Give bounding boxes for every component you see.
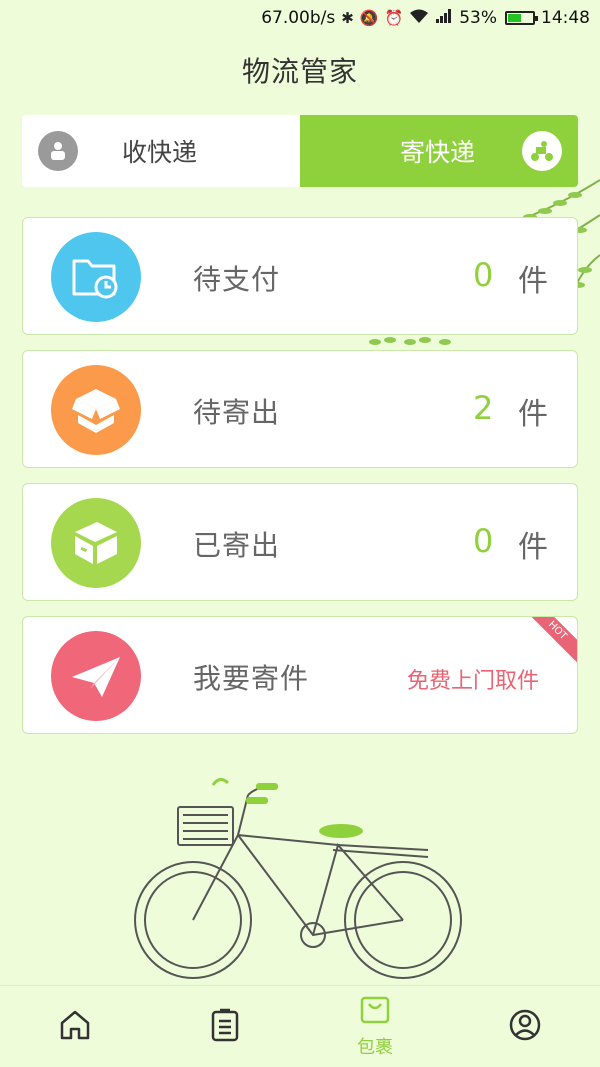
alarm-icon: ⏰ xyxy=(384,9,404,27)
courier-person-icon xyxy=(38,131,78,171)
card-unit: 件 xyxy=(518,530,548,565)
card-count: 0 xyxy=(473,522,494,560)
delivery-tabs: 收快递 寄快递 xyxy=(22,115,578,187)
leaves-decoration-icon xyxy=(369,337,451,345)
tab-send-express[interactable]: 寄快递 xyxy=(300,115,578,187)
folder-clock-icon xyxy=(51,232,141,322)
nav-packages-label: 包裹 xyxy=(357,1036,393,1058)
card-label: 已寄出 xyxy=(193,529,281,562)
card-label: 待支付 xyxy=(193,263,281,296)
clock-time: 14:48 xyxy=(541,8,590,28)
paper-plane-icon xyxy=(51,631,141,721)
nav-packages[interactable]: 包裹 xyxy=(300,986,450,1067)
wifi-icon xyxy=(409,8,429,28)
list-icon xyxy=(210,1008,240,1046)
bag-icon xyxy=(359,995,391,1029)
page-title: 物流管家 xyxy=(241,55,358,88)
card-unit: 件 xyxy=(518,264,548,299)
tab-receive-label: 收快递 xyxy=(122,138,198,167)
home-icon xyxy=(58,1009,92,1045)
network-speed: 67.00b/s xyxy=(261,8,336,28)
free-pickup-promo: 免费上门取件 xyxy=(406,669,539,694)
tab-send-label: 寄快递 xyxy=(400,138,476,167)
bluetooth-icon: ✱ xyxy=(341,9,354,27)
user-icon xyxy=(508,1008,542,1046)
card-send-package[interactable]: 我要寄件 免费上门取件 HOT xyxy=(22,616,578,734)
card-label: 待寄出 xyxy=(193,396,281,429)
card-unit: 件 xyxy=(518,397,548,432)
card-sent[interactable]: 已寄出 0 件 xyxy=(22,483,578,601)
nav-home[interactable] xyxy=(0,986,150,1067)
mute-icon: 🔕 xyxy=(359,9,379,27)
delivery-scooter-icon xyxy=(522,131,562,171)
open-box-icon xyxy=(51,365,141,455)
card-count: 0 xyxy=(473,256,494,294)
battery-icon xyxy=(505,11,538,25)
status-bar: 67.00b/s ✱ 🔕 ⏰ 53% 14:48 xyxy=(0,0,600,36)
bicycle-illustration xyxy=(134,778,462,979)
signal-icon xyxy=(435,8,453,28)
card-pending-payment[interactable]: 待支付 0 件 xyxy=(22,217,578,335)
hot-badge: HOT xyxy=(523,617,577,665)
nav-orders[interactable] xyxy=(150,986,300,1067)
card-count: 2 xyxy=(473,389,494,427)
battery-percent: 53% xyxy=(459,8,497,28)
tab-receive-express[interactable]: 收快递 xyxy=(22,115,300,187)
card-label: 我要寄件 xyxy=(193,662,310,695)
bottom-navigation: 包裹 xyxy=(0,985,600,1067)
nav-profile[interactable] xyxy=(450,986,600,1067)
closed-box-icon xyxy=(51,498,141,588)
card-pending-send[interactable]: 待寄出 2 件 xyxy=(22,350,578,468)
